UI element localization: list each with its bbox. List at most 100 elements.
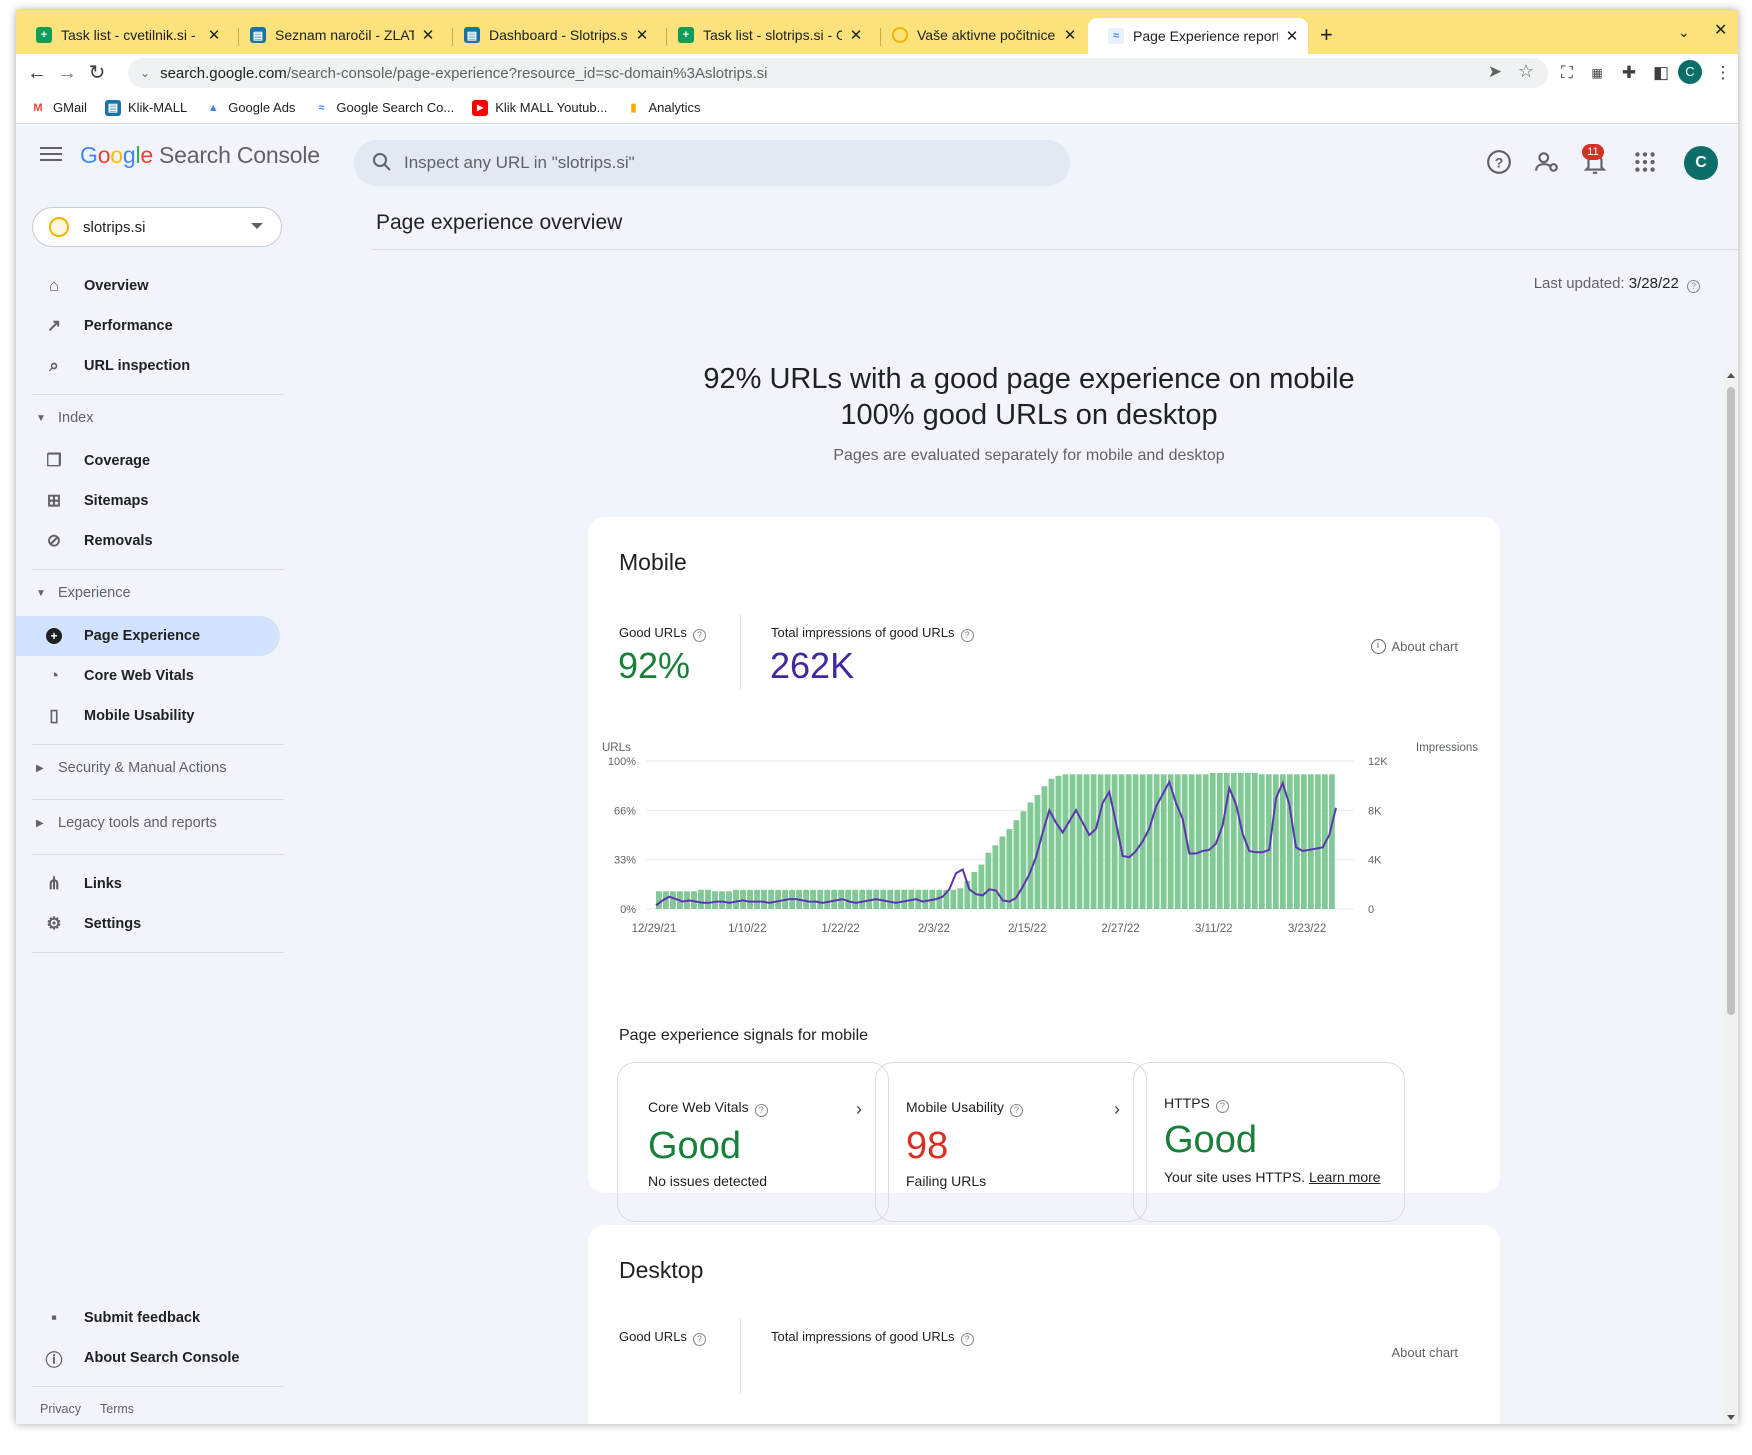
bookmark-analytics[interactable]: ▮ Analytics: [625, 100, 700, 116]
bookmark-klik-mall[interactable]: ▤ Klik-MALL: [104, 99, 187, 116]
chevron-right-icon[interactable]: ›: [1114, 1099, 1120, 1120]
tab-task-list-cvetilnik[interactable]: + Task list - cvetilnik.si - Google ✕: [16, 18, 230, 52]
new-tab-icon[interactable]: +: [1320, 22, 1333, 48]
close-tab-icon[interactable]: ✕: [634, 26, 650, 44]
send-icon[interactable]: ➤: [1488, 62, 1502, 82]
close-tab-icon[interactable]: ✕: [1284, 27, 1300, 45]
sidebar-item-overview[interactable]: ⌂ Overview: [16, 266, 280, 306]
tab-page-experience-report[interactable]: ≈ Page Experience report ✕: [1088, 18, 1308, 54]
sidebar-item-mobile-usability[interactable]: ▯ Mobile Usability: [16, 696, 280, 736]
about-chart-link[interactable]: i About chart: [1370, 639, 1458, 654]
hamburger-menu-icon[interactable]: [40, 143, 62, 165]
profile-avatar[interactable]: C: [1678, 60, 1702, 84]
scroll-down-arrow-icon[interactable]: [1727, 1415, 1735, 1420]
sidebar-item-submit-feedback[interactable]: ▪ Submit feedback: [16, 1298, 280, 1338]
good-urls-bar: [761, 889, 767, 909]
signal-subtitle: No issues detected: [648, 1173, 768, 1189]
privacy-link[interactable]: Privacy: [40, 1402, 81, 1416]
search-console-logo[interactable]: Google Search Console: [80, 142, 320, 169]
account-avatar[interactable]: C: [1684, 146, 1718, 180]
sidebar-item-about[interactable]: ⓘ About Search Console: [16, 1338, 280, 1378]
screenshot-icon[interactable]: ⛶: [1554, 60, 1580, 86]
sidebar-item-performance[interactable]: ↗ Performance: [16, 306, 280, 346]
bookmark-klik-mall-youtube[interactable]: ▶ Klik MALL Youtub...: [472, 99, 607, 116]
close-tab-icon[interactable]: ✕: [1062, 26, 1078, 44]
sidebar-item-settings[interactable]: ⚙ Settings: [16, 904, 280, 944]
sidebar-section-experience[interactable]: ▼ Experience: [36, 585, 131, 601]
headline: 92% URLs with a good page experience on …: [703, 363, 1355, 431]
sidebar-item-links[interactable]: ⋔ Links: [16, 864, 280, 904]
help-icon[interactable]: ?: [754, 1104, 768, 1117]
help-icon[interactable]: ?: [1215, 1100, 1229, 1113]
signal-card-core-web-vitals[interactable]: Core Web Vitals? › Good No issues detect…: [617, 1062, 889, 1222]
manage-users-icon[interactable]: [1534, 149, 1560, 175]
sidebar-item-page-experience[interactable]: + Page Experience: [16, 616, 280, 656]
extension-new-icon[interactable]: ▦: [1584, 60, 1610, 86]
page-scrollbar[interactable]: [1724, 369, 1738, 1424]
help-icon[interactable]: ?: [692, 1333, 706, 1346]
expand-triangle-icon: ▶: [36, 762, 44, 774]
sidebar-section-security[interactable]: ▶ Security & Manual Actions: [36, 760, 226, 776]
help-icon[interactable]: ?: [960, 629, 974, 642]
sidebar-item-core-web-vitals[interactable]: ◔ Core Web Vitals: [16, 656, 280, 696]
site-icon: ▤: [464, 27, 480, 43]
terms-link[interactable]: Terms: [100, 1402, 134, 1416]
property-selector[interactable]: slotrips.si: [32, 207, 282, 247]
url-inspect-search[interactable]: Inspect any URL in "slotrips.si": [354, 140, 1070, 186]
forward-icon[interactable]: →: [54, 60, 80, 86]
signal-card-mobile-usability[interactable]: Mobile Usability? › 98 Failing URLs: [875, 1062, 1147, 1222]
sidebar-item-sitemaps[interactable]: ⊞ Sitemaps: [16, 481, 280, 521]
reload-icon[interactable]: ↻: [84, 60, 110, 86]
side-panel-icon[interactable]: ◧: [1648, 60, 1674, 86]
collapse-triangle-icon: ▼: [36, 412, 46, 424]
help-icon[interactable]: ?: [1486, 149, 1512, 175]
help-icon[interactable]: ?: [960, 1333, 974, 1346]
help-icon[interactable]: ?: [692, 629, 706, 642]
plus-circle-icon: +: [42, 624, 66, 648]
bookmark-star-icon[interactable]: ☆: [1518, 61, 1534, 82]
site-info-icon[interactable]: ⌄: [140, 66, 150, 80]
tab-seznam-narocil[interactable]: ▤ Seznam naročil - ZLATARSTVO ✕: [230, 18, 444, 52]
close-tab-icon[interactable]: ✕: [420, 26, 436, 44]
address-bar[interactable]: ⌄ search.google.com/search-console/page-…: [128, 58, 1548, 88]
sidebar-item-url-inspection[interactable]: ⌕ URL inspection: [16, 346, 280, 386]
tab-search-chevron-icon[interactable]: ⌄: [1678, 24, 1690, 41]
gmail-icon: M: [33, 101, 43, 114]
sidebar-section-index[interactable]: ▼ Index: [36, 410, 93, 426]
sidebar-section-legacy[interactable]: ▶ Legacy tools and reports: [36, 815, 217, 831]
good-urls-bar: [894, 889, 901, 909]
good-urls-bar: [775, 889, 781, 909]
good-urls-bar: [1097, 774, 1104, 909]
good-urls-bar: [1076, 774, 1083, 909]
tab-task-list-slotrips[interactable]: + Task list - slotrips.si - Google ✕: [658, 18, 872, 52]
notification-count-badge: 11: [1582, 144, 1604, 160]
learn-more-link[interactable]: Learn more: [1309, 1169, 1381, 1185]
sidebar-item-removals[interactable]: ⊘ Removals: [16, 521, 280, 561]
analytics-icon: ▮: [630, 102, 637, 114]
bookmark-gmail[interactable]: M GMail: [30, 100, 87, 116]
tab-dashboard-slotrips[interactable]: ▤ Dashboard - Slotrips.si ✕: [444, 18, 658, 52]
help-icon[interactable]: ?: [1687, 280, 1700, 293]
close-tab-icon[interactable]: ✕: [206, 26, 222, 44]
help-icon[interactable]: ?: [1010, 1104, 1024, 1117]
scroll-up-arrow-icon[interactable]: [1727, 373, 1735, 378]
good-urls-bar: [1062, 774, 1069, 909]
good-urls-bar: [1202, 774, 1209, 909]
good-urls-bar: [747, 889, 753, 909]
scrollbar-thumb[interactable]: [1727, 387, 1735, 1015]
about-chart-link[interactable]: About chart: [1392, 1345, 1459, 1360]
close-tab-icon[interactable]: ✕: [848, 26, 864, 44]
bookmark-google-ads[interactable]: ▲ Google Ads: [205, 100, 296, 116]
good-urls-bar: [705, 889, 711, 909]
browser-menu-icon[interactable]: ⋮: [1710, 60, 1736, 86]
chevron-right-icon[interactable]: ›: [856, 1099, 862, 1120]
tab-vase-aktivne-pocitnice[interactable]: Vaše aktivne počitnice v Slov ✕: [872, 18, 1086, 52]
extensions-puzzle-icon[interactable]: ✚: [1616, 60, 1642, 86]
phone-icon: ▯: [49, 706, 59, 725]
signal-value: 98: [906, 1125, 949, 1167]
bookmark-google-search-console[interactable]: ≈ Google Search Co...: [313, 100, 454, 116]
sidebar-item-coverage[interactable]: ❐ Coverage: [16, 441, 280, 481]
close-window-icon[interactable]: ✕: [1714, 20, 1727, 40]
back-icon[interactable]: ←: [24, 60, 50, 86]
apps-grid-icon[interactable]: [1632, 149, 1658, 175]
